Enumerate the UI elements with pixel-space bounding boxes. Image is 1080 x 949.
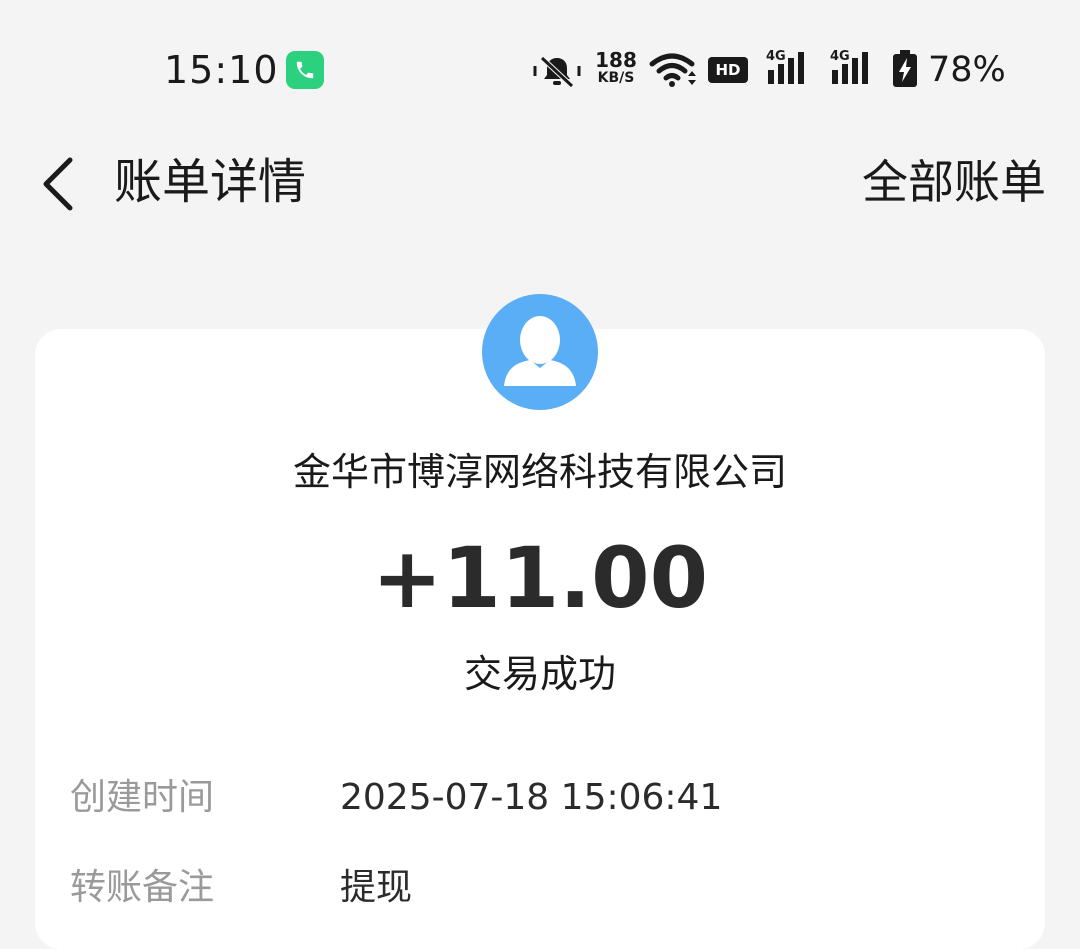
transfer-note-label: 转账备注 [70, 867, 215, 908]
status-bar: 15:10 188 KB/S HD 4G 4G 78% [0, 0, 1080, 140]
net-speed-unit: KB/S [597, 70, 635, 86]
signal-icon: 4G [766, 50, 812, 86]
page-title: 账单详情 [114, 154, 307, 210]
wifi-icon [649, 53, 696, 87]
net-speed: 188 KB/S [594, 50, 638, 86]
transfer-note-value: 提现 [340, 867, 413, 908]
hd-icon: HD [708, 57, 748, 83]
call-icon[interactable] [286, 51, 324, 89]
signal-icon: 4G [830, 50, 876, 86]
net-speed-value: 188 [595, 48, 637, 72]
merchant-name: 金华市博淳网络科技有限公司 [292, 450, 787, 494]
battery-icon [893, 50, 917, 87]
transaction-amount: +11.00 [371, 529, 709, 627]
bill-detail-card [35, 329, 1045, 949]
battery-percent: 78% [928, 50, 1006, 90]
all-bills-button[interactable]: 全部账单 [862, 150, 1046, 214]
status-time: 15:10 [164, 48, 279, 92]
avatar [482, 294, 598, 410]
transaction-status: 交易成功 [463, 652, 616, 696]
created-time-value: 2025-07-18 15:06:41 [340, 777, 723, 818]
user-icon [504, 316, 576, 386]
mute-icon [533, 56, 581, 88]
back-icon[interactable] [38, 156, 78, 212]
created-time-label: 创建时间 [70, 777, 215, 818]
